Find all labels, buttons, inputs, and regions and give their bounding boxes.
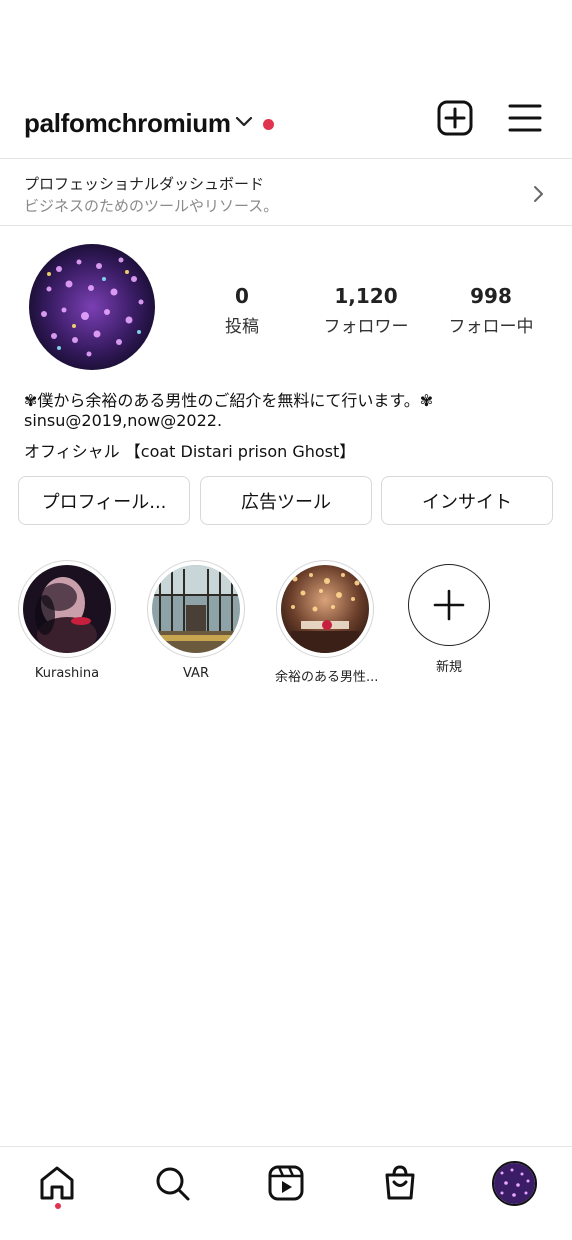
- following-stat[interactable]: 998 フォロー中: [431, 284, 551, 337]
- highlight-label: 新規: [435, 660, 462, 675]
- highlight-kurashina[interactable]: Kurashina: [17, 560, 117, 681]
- followers-stat[interactable]: 1,120 フォロワー: [306, 284, 426, 337]
- highlight-image: [152, 565, 240, 653]
- bio-line-1: ✾僕から余裕のある男性のご紹介を無料にて行います。✾: [24, 391, 434, 410]
- chevron-down-icon[interactable]: [235, 115, 253, 129]
- highlight-var[interactable]: VAR: [146, 560, 246, 681]
- edit-profile-button[interactable]: プロフィール...: [18, 476, 190, 525]
- highlight-ring: [276, 560, 374, 658]
- notification-dot: [263, 119, 274, 130]
- highlight-label: 余裕のある男性...: [275, 670, 379, 685]
- highlight-label: Kurashina: [34, 666, 100, 681]
- plus-square-icon[interactable]: [437, 100, 473, 136]
- highlight-new[interactable]: 新規: [399, 560, 499, 675]
- home-icon[interactable]: [37, 1163, 77, 1203]
- highlight-ring: [147, 560, 245, 658]
- username-title[interactable]: palfomchromium: [24, 108, 231, 139]
- following-label: フォロー中: [448, 317, 534, 337]
- new-highlight-circle[interactable]: [408, 564, 490, 646]
- highlight-ring: [18, 560, 116, 658]
- chevron-right-icon: [534, 186, 543, 202]
- profile-avatar[interactable]: [29, 244, 155, 370]
- ad-tools-button[interactable]: 広告ツール: [200, 476, 372, 525]
- followers-label: フォロワー: [323, 317, 409, 337]
- bio-line-2: sinsu@2019,now@2022.: [24, 411, 223, 430]
- profile-header: palfomchromium: [0, 88, 572, 150]
- highlight-image: [23, 565, 111, 653]
- search-icon[interactable]: [152, 1163, 192, 1203]
- bottom-navigation: [0, 1146, 572, 1240]
- insights-button[interactable]: インサイト: [381, 476, 553, 525]
- shop-icon[interactable]: [380, 1163, 420, 1203]
- posts-stat[interactable]: 0 投稿: [182, 284, 302, 337]
- bio-line-3: オフィシャル 【coat Distari prison Ghost】: [24, 442, 356, 461]
- hamburger-menu-icon[interactable]: [508, 102, 542, 134]
- highlight-image: [281, 565, 369, 653]
- active-indicator-dot: [55, 1203, 61, 1209]
- professional-dashboard-link[interactable]: プロフェッショナルダッシュボード ビジネスのためのツールやリソース。: [0, 158, 572, 226]
- posts-label: 投稿: [225, 317, 259, 337]
- plus-icon: [433, 589, 464, 620]
- dashboard-title: プロフェッショナルダッシュボード: [24, 175, 265, 193]
- highlight-label: VAR: [183, 666, 209, 681]
- reels-icon[interactable]: [266, 1163, 306, 1203]
- followers-count: 1,120: [334, 284, 398, 308]
- following-count: 998: [470, 284, 512, 308]
- highlight-men[interactable]: 余裕のある男性...: [275, 560, 379, 685]
- posts-count: 0: [235, 284, 249, 308]
- dashboard-subtitle: ビジネスのためのツールやリソース。: [24, 197, 279, 215]
- profile-avatar[interactable]: [492, 1161, 537, 1206]
